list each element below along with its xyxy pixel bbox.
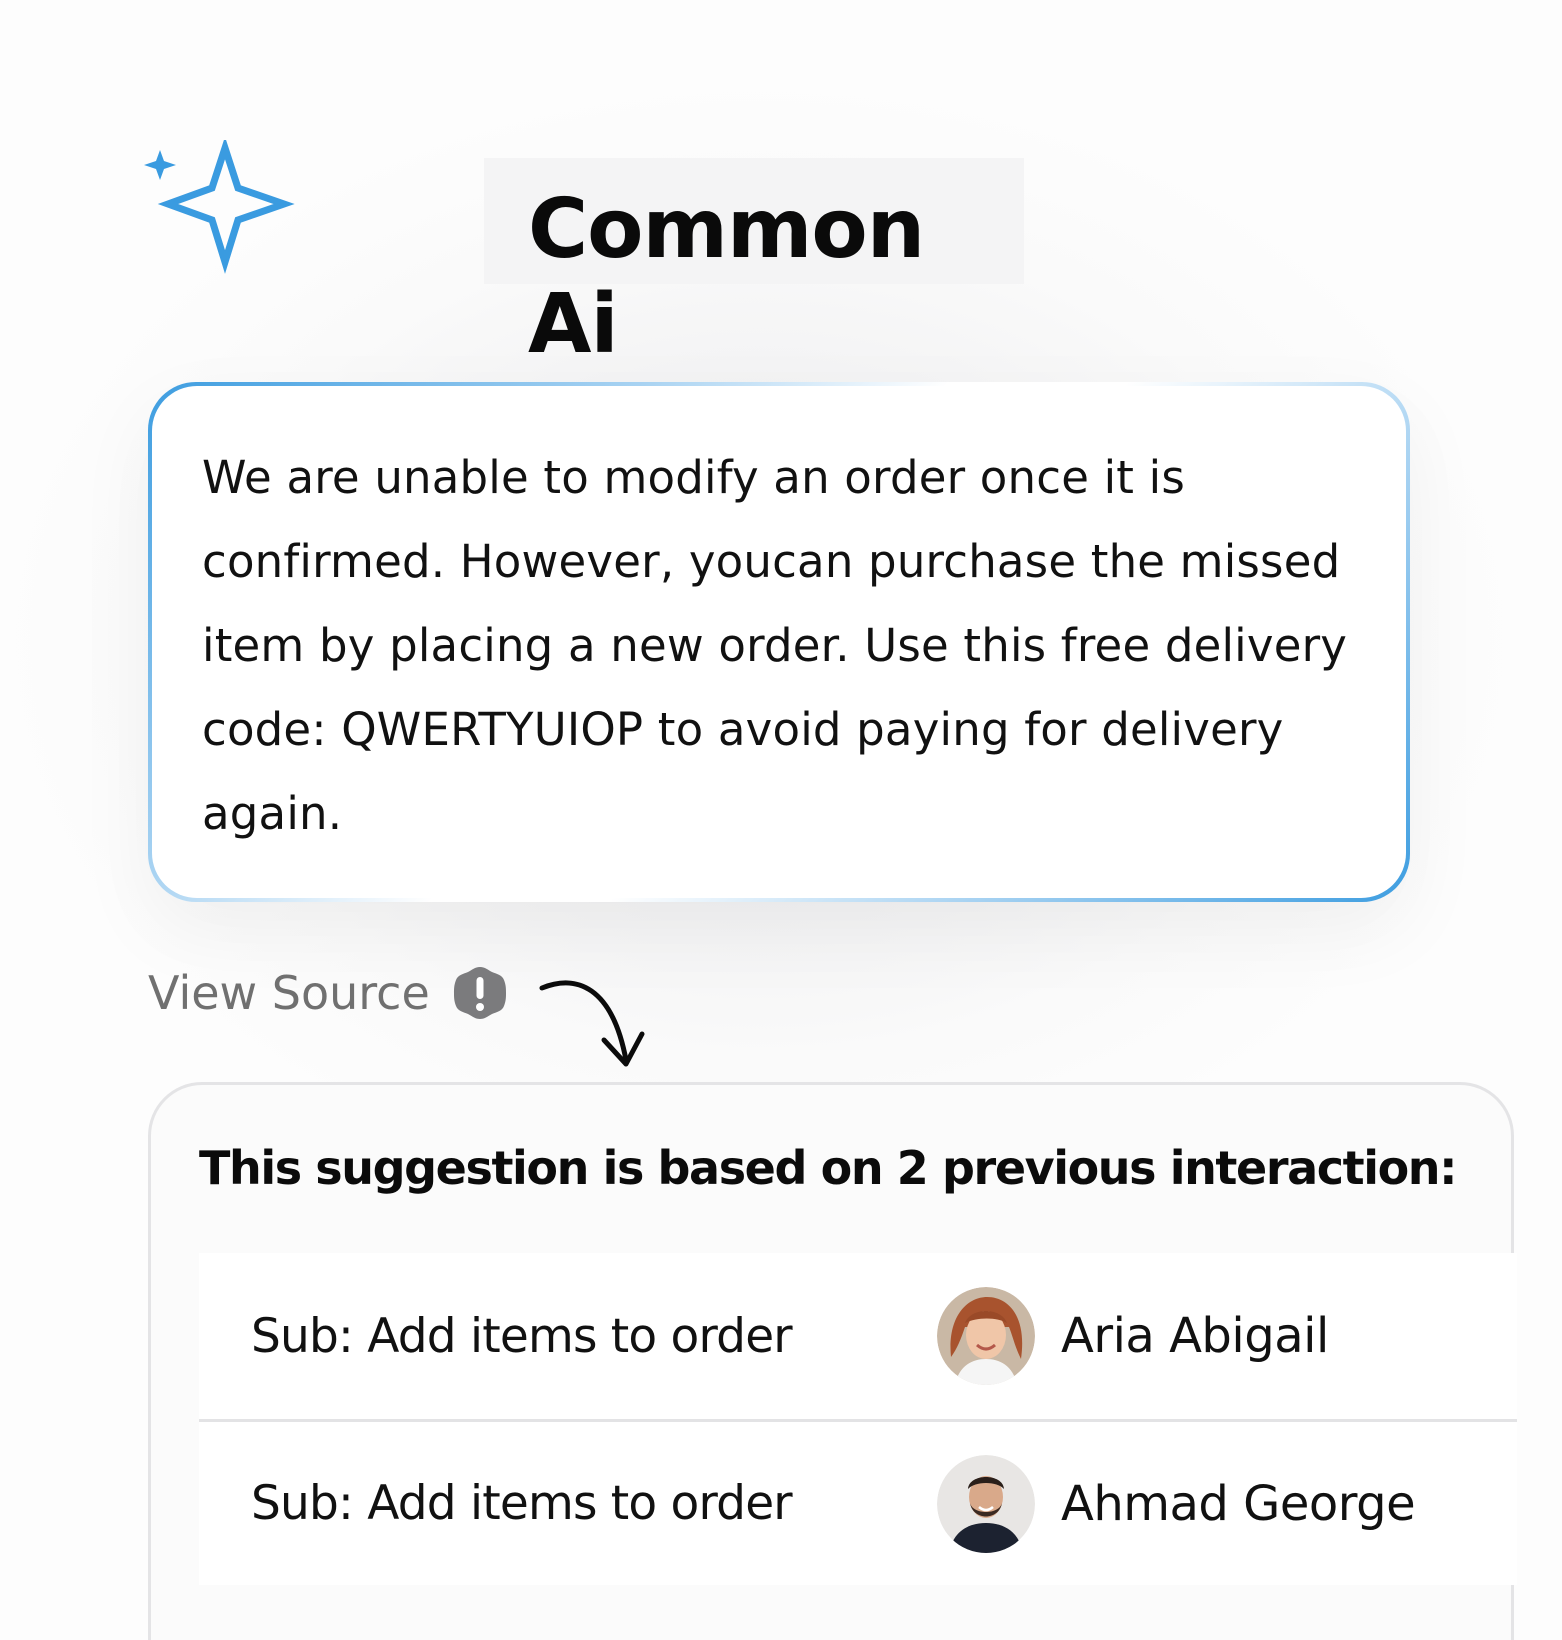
interaction-name: Aria Abigail xyxy=(1061,1308,1329,1364)
ai-message-text: We are unable to modify an order once it… xyxy=(202,451,1348,840)
avatar xyxy=(937,1454,1035,1553)
info-icon[interactable] xyxy=(452,965,508,1021)
interaction-row[interactable]: Sub: Add items to order Aria Abigail xyxy=(199,1253,1517,1419)
ai-message-card: We are unable to modify an order once it… xyxy=(148,382,1410,902)
source-panel: This suggestion is based on 2 previous i… xyxy=(148,1082,1517,1640)
header: Common Ai xyxy=(140,140,1024,372)
interaction-subject: Sub: Add items to order xyxy=(251,1308,793,1364)
view-source-label[interactable]: View Source xyxy=(148,966,430,1020)
avatar xyxy=(937,1287,1035,1385)
interaction-name: Ahmad George xyxy=(1061,1475,1416,1532)
interaction-row[interactable]: Sub: Add items to order Ahmad George xyxy=(199,1419,1517,1585)
curved-arrow-icon xyxy=(539,980,645,1067)
interaction-subject: Sub: Add items to order xyxy=(251,1476,793,1531)
app-title: Common Ai xyxy=(528,182,925,372)
ai-message-body: We are unable to modify an order once it… xyxy=(152,386,1406,898)
interaction-list: Sub: Add items to order Aria Abigail Sub… xyxy=(199,1253,1517,1585)
sparkle-icon xyxy=(144,140,295,274)
source-heading: This suggestion is based on 2 previous i… xyxy=(199,1141,1458,1195)
view-source-link[interactable]: View Source xyxy=(148,958,508,1028)
